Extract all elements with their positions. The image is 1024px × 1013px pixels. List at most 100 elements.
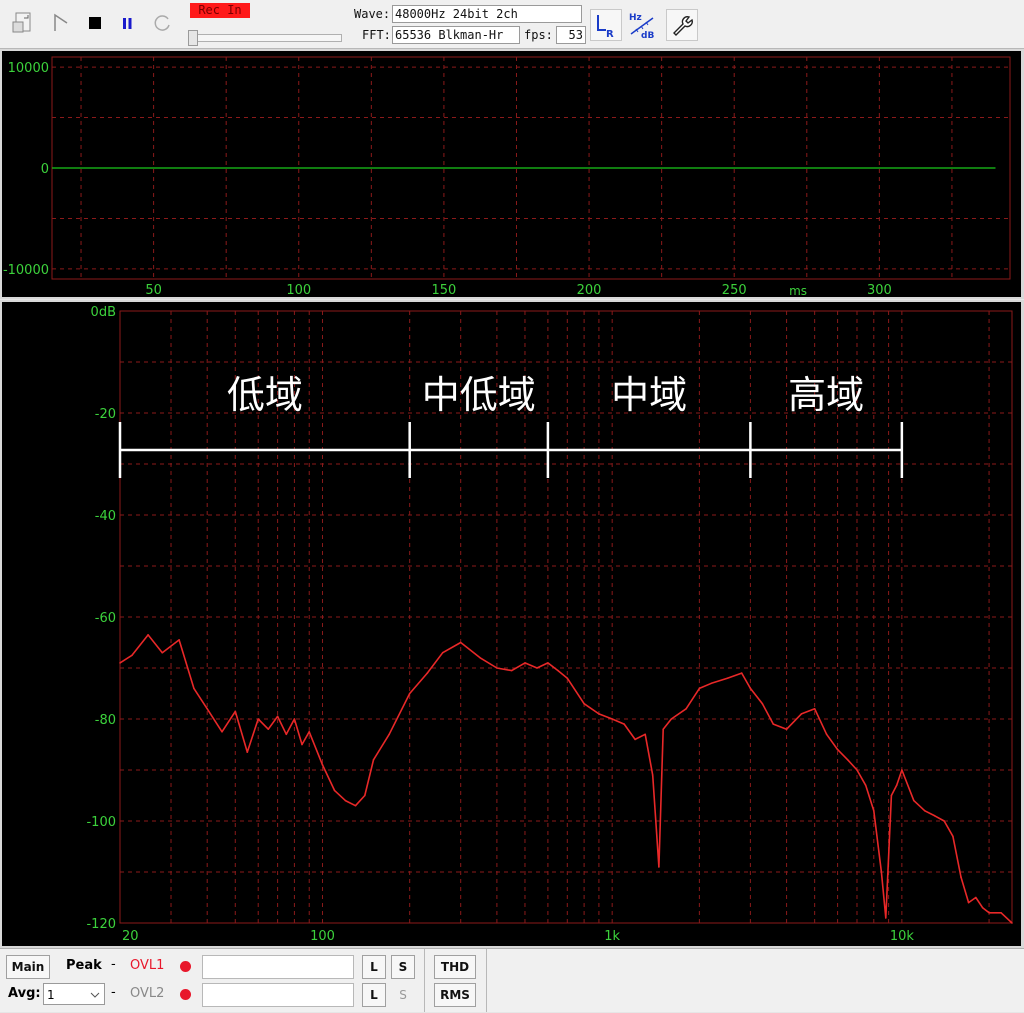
spectrum-data-point [161, 651, 164, 654]
spectrum-data-point [975, 896, 977, 899]
waveform-chart: 10000 0 -10000 50 100 150 200 250 300 ms [3, 56, 1011, 298]
band-label: 低域 [227, 373, 303, 417]
spectrum-data-point [685, 708, 687, 710]
spectrum-data-point [479, 657, 481, 659]
spectrum-data-point [884, 917, 887, 919]
wave-y-tick-label: 0 [41, 162, 49, 177]
spectrum-data-point [583, 702, 585, 705]
main-button[interactable]: Main [6, 955, 50, 979]
spectrum-data-point [301, 743, 303, 746]
spectrum-data-point [895, 784, 898, 787]
level-slider[interactable] [190, 34, 342, 42]
wrench-icon[interactable] [666, 9, 698, 41]
spectrum-data-point [441, 651, 444, 654]
spectrum-data-point [119, 662, 121, 664]
lr-channel-icon[interactable]: R [590, 9, 622, 41]
spectrum-data-point [880, 871, 883, 873]
spectrum-data-point [1000, 912, 1002, 914]
spectrum-data-point [426, 672, 429, 674]
fps-label: fps: [524, 28, 553, 42]
spectrum-data-point [761, 702, 764, 705]
ovl1-stereo-button[interactable]: S [391, 955, 415, 979]
spectrum-data-point [813, 708, 816, 710]
spectrum-data-point [372, 759, 375, 761]
hz-db-scale-icon[interactable]: Hz dB [626, 9, 658, 41]
spectrum-data-point [670, 718, 673, 720]
spectrum-y-tick-label: -100 [86, 815, 116, 830]
spectrum-data-point [644, 733, 646, 736]
fft-setting-field[interactable]: 65536 Blkman-Hr [392, 26, 520, 44]
spectrum-data-point [285, 733, 288, 736]
spectrum-data-point [864, 784, 867, 787]
wave-x-unit-label: ms [789, 284, 807, 297]
spectrum-y-tick-label: -120 [86, 917, 116, 932]
spectrum-data-point [856, 769, 858, 771]
pause-icon[interactable] [112, 8, 142, 38]
svg-text:dB: dB [641, 31, 654, 40]
svg-text:R: R [606, 29, 614, 39]
spectrum-data-point [524, 662, 526, 664]
wave-x-tick-label: 250 [722, 283, 747, 297]
spectrum-data-point [988, 912, 990, 914]
spectrum-data-point [785, 728, 788, 730]
spectrum-data-point [740, 672, 743, 674]
spectrum-x-tick-label: 20 [122, 929, 139, 944]
rec-in-indicator[interactable]: Rec In [190, 3, 250, 18]
rms-button[interactable]: RMS [434, 983, 476, 1007]
band-label: 中域 [611, 373, 687, 417]
peak-label: Peak [66, 958, 102, 973]
spectrum-data-point [934, 815, 936, 817]
spectrum-data-point [364, 794, 366, 797]
export-icon[interactable] [8, 8, 38, 38]
ovl2-stereo-button[interactable]: S [391, 983, 415, 1007]
wave-x-tick-label: 300 [867, 283, 892, 297]
spectrum-data-point [131, 654, 133, 657]
spectrum-data-point [749, 687, 752, 690]
spectrum-data-point [308, 730, 311, 733]
spectrum-data-point [846, 759, 849, 761]
ovl1-indicator-icon [174, 955, 196, 977]
spectrum-data-point [662, 728, 664, 730]
spectrum-data-point [388, 733, 391, 736]
spectrum-data-point [536, 667, 538, 669]
spectrum-data-point [178, 639, 180, 641]
spectrum-panel: 0dB -20 -40 -60 -80 -100 -120 20 100 1k 10k 低域 中低域 中域… [2, 302, 1021, 946]
avg-select[interactable]: 1 [43, 983, 105, 1005]
spectrum-trace [119, 634, 1013, 924]
spectrum-data-point [547, 662, 549, 664]
spectrum-data-point [800, 713, 803, 715]
dash-separator: - [111, 985, 116, 1000]
spectrum-data-point [967, 901, 970, 904]
spectrum-data-point [267, 728, 270, 730]
spectrum-data-point [408, 692, 411, 695]
thd-button[interactable]: THD [434, 955, 476, 979]
spectrum-data-point [557, 669, 559, 672]
flag-icon[interactable] [46, 8, 76, 38]
stop-icon[interactable] [80, 8, 110, 38]
slider-ticks [194, 26, 335, 41]
spectrum-data-point [623, 723, 625, 725]
spectrum-data-point [234, 710, 237, 713]
spectrum-x-tick-label: 100 [310, 929, 335, 944]
spectrum-y-tick-label: -60 [95, 611, 116, 626]
wave-x-tick-label: 50 [145, 283, 162, 297]
wave-y-tick-label: -10000 [3, 263, 49, 278]
spectrum-data-point [333, 789, 336, 792]
spectrum-data-point [890, 794, 893, 797]
spectrum-data-point [221, 730, 223, 733]
level-slider-thumb[interactable] [188, 30, 198, 46]
ovl1-left-button[interactable]: L [362, 955, 386, 979]
ovl1-level-field [202, 955, 354, 979]
band-label: 高域 [788, 373, 864, 417]
ovl2-left-button[interactable]: L [362, 983, 386, 1007]
spectrum-data-point [147, 634, 149, 636]
spectrum-data-point [836, 748, 839, 751]
spectrum-data-point [354, 804, 357, 807]
reload-icon[interactable] [148, 8, 178, 38]
spectrum-data-point [651, 774, 654, 776]
spectrum-data-point [193, 687, 195, 690]
wave-format-field[interactable]: 48000Hz 24bit 2ch [392, 5, 582, 23]
spectrum-data-point [913, 799, 915, 802]
spectrum-data-point [923, 810, 926, 812]
spectrum-data-point [710, 682, 713, 685]
